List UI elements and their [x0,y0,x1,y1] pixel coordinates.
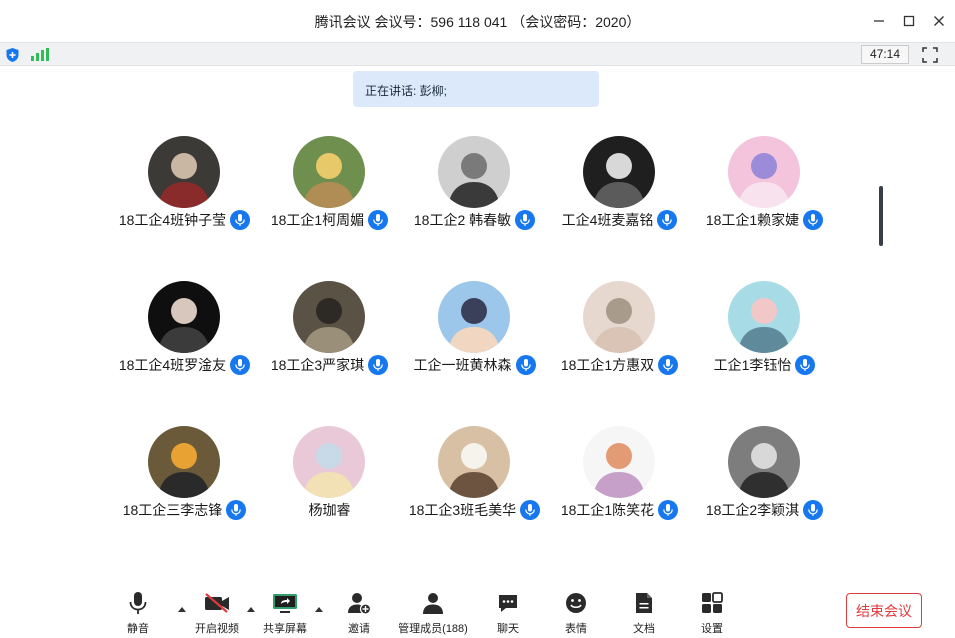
participant-name: 杨珈睿 [308,502,351,518]
participant-tile[interactable]: 工企1李钰怡 [692,281,837,391]
chat-button[interactable]: 聊天 [474,590,542,636]
fullscreen-button[interactable] [921,46,939,64]
avatar[interactable] [728,136,800,208]
avatar[interactable] [583,136,655,208]
grid-settings-icon [701,590,723,616]
mute-label: 静音 [127,623,149,635]
chat-icon [497,590,519,616]
participant-tile[interactable]: 18工企1柯周媚 [257,136,402,246]
share-options-caret[interactable] [314,600,324,612]
participant-tile[interactable]: 18工企2 韩春敏 [402,136,547,246]
documents-label: 文档 [633,623,655,635]
invite-button[interactable]: 邀请 [325,590,393,636]
mic-active-icon [803,210,824,230]
participant-name: 18工企2 韩春敏 [413,212,512,228]
participant-name: 18工企1方惠双 [560,357,655,373]
participant-tile[interactable]: 18工企三李志锋 [112,426,257,536]
signal-strength-icon[interactable] [31,48,49,61]
participant-tile[interactable]: 18工企4班罗淦友 [112,281,257,391]
participant-tile[interactable]: 杨珈睿 [257,426,402,536]
microphone-icon [127,590,149,616]
settings-button[interactable]: 设置 [678,590,746,636]
settings-label: 设置 [701,623,723,635]
participant-tile[interactable]: 18工企4班钟子莹 [112,136,257,246]
invite-label: 邀请 [348,623,370,635]
participant-name: 工企1李钰怡 [713,357,792,373]
participant-tile[interactable]: 工企一班黄林森 [402,281,547,391]
status-bar: 47:14 [0,42,955,66]
emoji-label: 表情 [565,623,587,635]
mic-active-icon [795,355,816,375]
participant-tile[interactable]: 18工企3严家琪 [257,281,402,391]
chat-label: 聊天 [497,623,519,635]
participant-tile[interactable]: 18工企1方惠双 [547,281,692,391]
participant-name: 工企4班麦嘉铭 [561,212,654,228]
maximize-button[interactable] [898,10,920,32]
avatar[interactable] [293,426,365,498]
start-video-label: 开启视频 [195,623,239,635]
participant-name-row: 18工企1赖家婕 [672,210,857,230]
meeting-toolbar: 静音 开启视频 共享屏幕 邀请 管理成员(188) 聊天 表情 文档 设置 结束… [0,582,955,638]
start-video-button[interactable]: 开启视频 [183,590,251,636]
fullscreen-icon [922,47,938,63]
avatar[interactable] [438,426,510,498]
participant-name: 18工企2李颖淇 [705,502,800,518]
participant-tile[interactable]: 工企4班麦嘉铭 [547,136,692,246]
emoji-button[interactable]: 表情 [542,590,610,636]
participant-tile[interactable]: 18工企1赖家婕 [692,136,837,246]
avatar[interactable] [728,426,800,498]
avatar[interactable] [438,281,510,353]
minimize-icon [874,20,884,22]
maximize-icon [903,15,915,27]
smiley-icon [565,590,587,616]
avatar[interactable] [438,136,510,208]
avatar[interactable] [728,281,800,353]
share-screen-button[interactable]: 共享屏幕 [251,590,319,636]
participant-tile[interactable]: 18工企1陈笑花 [547,426,692,536]
active-speaker-banner: 正在讲话: 彭柳; [353,71,599,107]
end-meeting-button[interactable]: 结束会议 [846,593,922,628]
minimize-button[interactable] [868,10,890,32]
manage-members-label: 管理成员(188) [398,623,468,635]
participant-name: 18工企3严家琪 [270,357,365,373]
participant-name-row: 工企1李钰怡 [672,355,857,375]
participant-name: 18工企三李志锋 [122,502,223,518]
avatar[interactable] [583,281,655,353]
close-icon [934,16,944,26]
participant-name-row: 18工企2李颖淇 [672,500,857,520]
participant-name: 18工企4班钟子莹 [118,212,227,228]
participant-tile[interactable]: 18工企3班毛美华 [402,426,547,536]
participant-name: 18工企1柯周媚 [270,212,365,228]
caret-up-icon [315,607,323,612]
participant-name: 18工企4班罗淦友 [118,357,227,373]
add-user-icon [347,590,371,616]
close-button[interactable] [928,10,950,32]
video-off-icon [203,590,231,616]
avatar[interactable] [293,136,365,208]
avatar[interactable] [148,136,220,208]
avatar[interactable] [583,426,655,498]
members-icon [422,590,444,616]
share-screen-icon [272,590,298,616]
participant-name: 工企一班黄林森 [413,357,512,373]
manage-members-button[interactable]: 管理成员(188) [398,590,468,636]
title-bar: 腾讯会议 会议号：596 118 041 （会议密码：2020） [0,0,955,42]
avatar[interactable] [293,281,365,353]
shield-icon[interactable] [5,47,20,68]
participant-name: 18工企1陈笑花 [560,502,655,518]
documents-button[interactable]: 文档 [610,590,678,636]
document-icon [635,590,653,616]
participant-name: 18工企1赖家婕 [705,212,800,228]
participant-tile[interactable]: 18工企2李颖淇 [692,426,837,536]
meeting-timer: 47:14 [861,45,909,64]
avatar[interactable] [148,281,220,353]
participant-name: 18工企3班毛美华 [408,502,517,518]
avatar[interactable] [148,426,220,498]
window-title: 腾讯会议 会议号：596 118 041 （会议密码：2020） [314,14,641,30]
share-screen-label: 共享屏幕 [263,623,307,635]
mute-button[interactable]: 静音 [104,590,172,636]
gallery-scrollbar[interactable] [879,186,883,246]
mic-active-icon [803,500,824,520]
